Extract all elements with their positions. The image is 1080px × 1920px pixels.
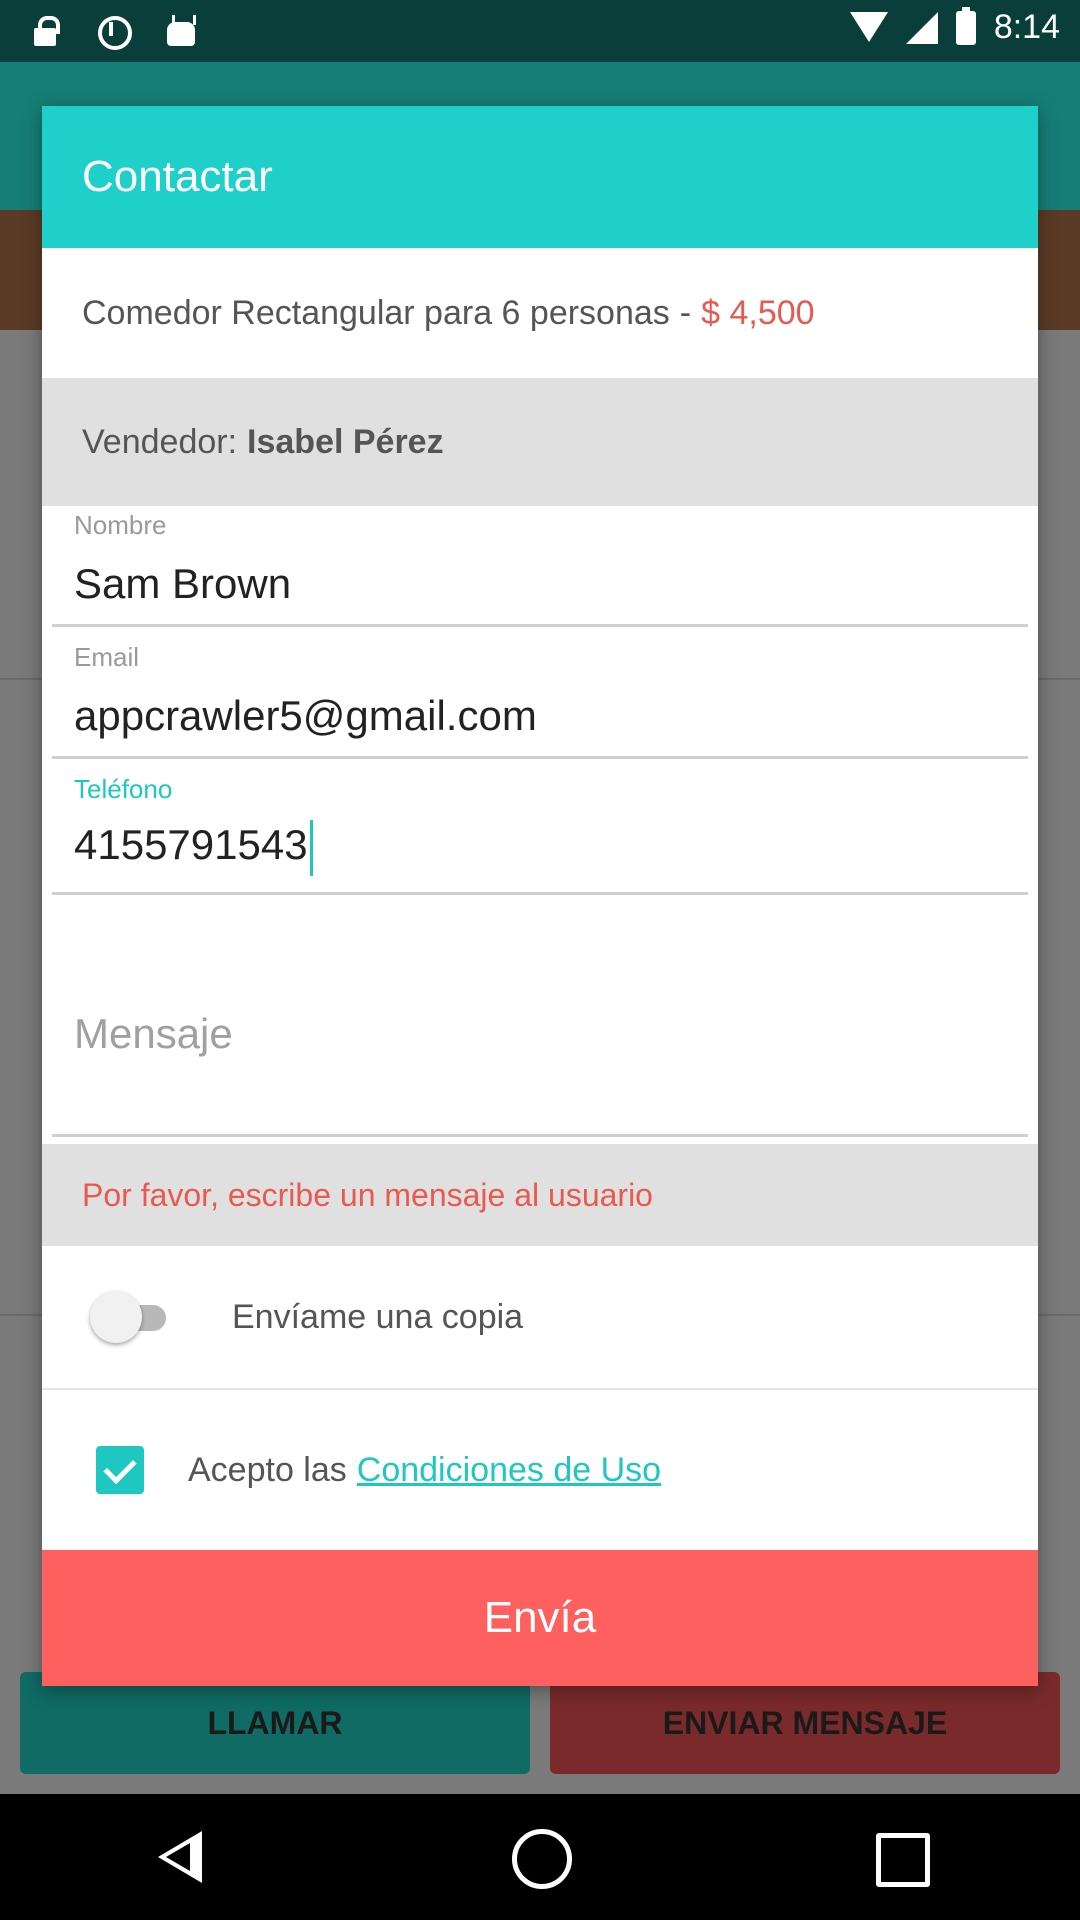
back-icon[interactable] xyxy=(150,1827,210,1887)
android-icon xyxy=(164,12,198,50)
circle-icon xyxy=(96,12,132,50)
copy-toggle-switch[interactable] xyxy=(90,1287,170,1347)
vendor-label: Vendedor: xyxy=(82,422,238,461)
terms-label: Acepto las xyxy=(188,1450,347,1489)
navigation-bar xyxy=(0,1794,1080,1920)
name-field[interactable]: Nombre Sam Brown xyxy=(52,506,1028,638)
send-button-label: Envía xyxy=(483,1593,597,1642)
vendor-row: Vendedor: Isabel Pérez xyxy=(42,378,1038,506)
dialog-header: Contactar xyxy=(42,106,1038,248)
home-icon[interactable] xyxy=(510,1827,572,1889)
phone-label: Teléfono xyxy=(74,774,173,804)
send-message-button: ENVIAR MENSAJE xyxy=(550,1672,1060,1774)
copy-toggle-label: Envíame una copia xyxy=(232,1297,524,1336)
message-underline xyxy=(52,1134,1028,1137)
name-label: Nombre xyxy=(74,510,167,540)
terms-row: Acepto las Condiciones de Uso xyxy=(42,1392,1038,1548)
phone-underline xyxy=(52,892,1028,895)
battery-icon xyxy=(955,6,976,45)
copy-toggle-row[interactable]: Envíame una copia xyxy=(42,1246,1038,1390)
text-cursor xyxy=(309,820,313,876)
switch-thumb xyxy=(90,1291,142,1343)
email-field[interactable]: Email appcrawler5@gmail.com xyxy=(52,638,1028,770)
signal-icon xyxy=(905,11,938,44)
product-separator: - xyxy=(679,293,692,332)
recents-icon[interactable] xyxy=(870,1827,930,1887)
vendor-name: Isabel Pérez xyxy=(247,422,444,461)
dialog-title: Contactar xyxy=(82,152,273,201)
lock-icon xyxy=(28,12,62,50)
wifi-icon xyxy=(849,11,888,44)
notice-text: Por favor, escribe un mensaje al usuario xyxy=(82,1176,653,1213)
name-value: Sam Brown xyxy=(74,560,292,607)
phone-value: 4155791543 xyxy=(74,821,308,869)
name-underline xyxy=(52,624,1028,627)
phone-field[interactable]: Teléfono 4155791543 xyxy=(52,770,1028,902)
call-button: LLAMAR xyxy=(20,1672,530,1774)
email-value: appcrawler5@gmail.com xyxy=(74,692,537,739)
validation-notice: Por favor, escribe un mensaje al usuario xyxy=(42,1144,1038,1246)
phone-value-wrap: 4155791543 xyxy=(74,820,313,876)
clock: 8:14 xyxy=(993,8,1060,46)
email-underline xyxy=(52,756,1028,759)
contact-dialog: Contactar Comedor Rectangular para 6 per… xyxy=(42,106,1038,1686)
product-name: Comedor Rectangular para 6 personas xyxy=(82,293,670,332)
email-label: Email xyxy=(74,642,140,672)
product-price: $ 4,500 xyxy=(701,293,815,332)
terms-link[interactable]: Condiciones de Uso xyxy=(357,1451,661,1490)
product-row: Comedor Rectangular para 6 personas - $ … xyxy=(42,248,1038,378)
message-placeholder: Mensaje xyxy=(74,1010,233,1057)
send-button[interactable]: Envía xyxy=(42,1550,1038,1686)
terms-checkbox[interactable] xyxy=(96,1446,144,1494)
status-bar: 8:14 xyxy=(0,0,1080,62)
message-field[interactable]: Mensaje xyxy=(52,902,1028,1144)
